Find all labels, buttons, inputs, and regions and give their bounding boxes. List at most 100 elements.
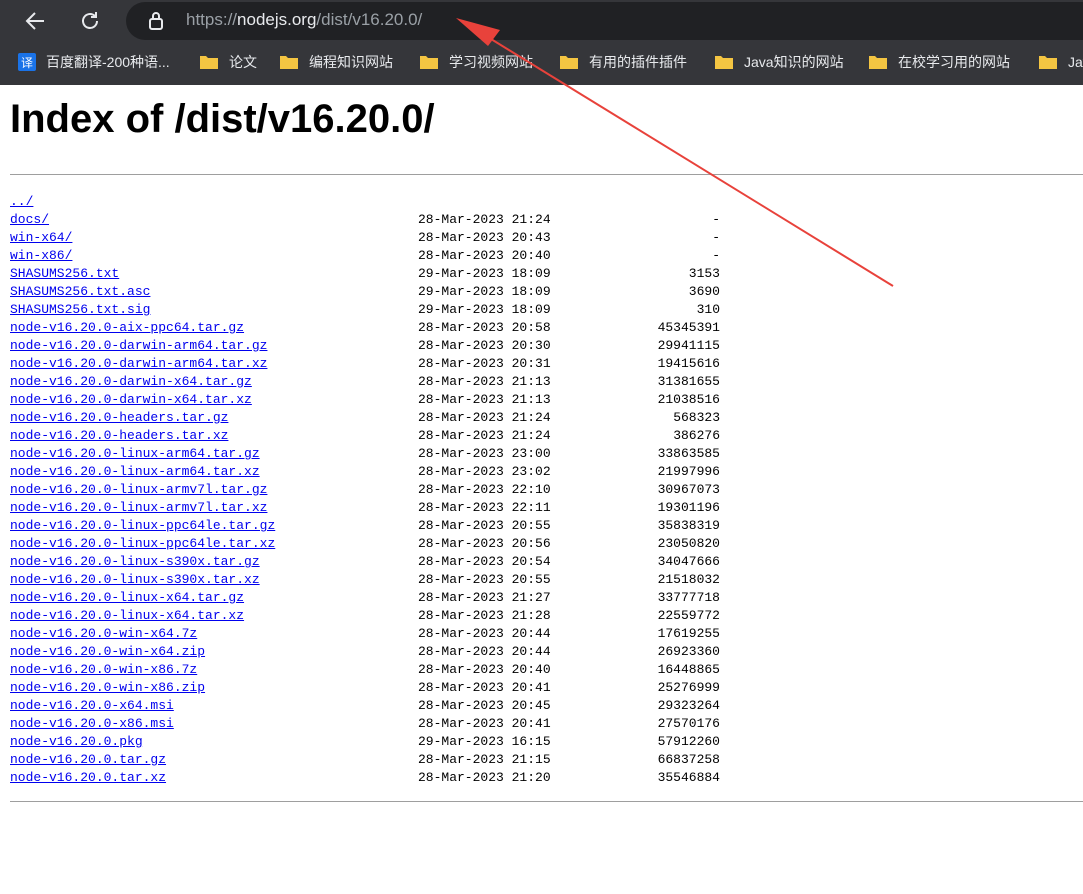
file-date: 29-Mar-2023 18:09 — [418, 266, 551, 281]
folder-icon — [868, 54, 888, 70]
file-date: 29-Mar-2023 18:09 — [418, 284, 551, 299]
bookmark-label: 在校学习用的网站 — [898, 54, 1010, 70]
translate-glyph: 译 — [18, 53, 36, 71]
listing-row: node-v16.20.0-win-x86.7z 28-Mar-2023 20:4… — [10, 661, 720, 679]
parent-directory-link[interactable]: ../ — [10, 194, 33, 209]
file-link[interactable]: node-v16.20.0-linux-s390x.tar.xz — [10, 572, 260, 587]
file-date: 28-Mar-2023 20:40 — [418, 248, 551, 263]
bottom-divider — [10, 801, 1083, 802]
listing-row: node-v16.20.0-linux-arm64.tar.gz 28-Mar-2… — [10, 445, 720, 463]
bookmark-item[interactable]: 有用的插件插件 — [559, 51, 687, 73]
file-link[interactable]: node-v16.20.0.tar.xz — [10, 770, 166, 785]
file-size: 26923360 — [657, 644, 720, 659]
file-link[interactable]: node-v16.20.0-linux-s390x.tar.gz — [10, 554, 260, 569]
file-link[interactable]: node-v16.20.0-win-x64.7z — [10, 626, 197, 641]
listing-row: node-v16.20.0-darwin-x64.tar.xz 28-Mar-20… — [10, 391, 720, 409]
file-link[interactable]: node-v16.20.0-headers.tar.gz — [10, 410, 228, 425]
bookmark-item[interactable]: 论文 — [199, 51, 257, 73]
file-date: 28-Mar-2023 20:44 — [418, 626, 551, 641]
file-link[interactable]: node-v16.20.0-win-x86.7z — [10, 662, 197, 677]
listing-row: SHASUMS256.txt.asc 29-Mar-2023 18:09 3690 — [10, 283, 720, 301]
file-link[interactable]: node-v16.20.0.tar.gz — [10, 752, 166, 767]
listing-row: node-v16.20.0-darwin-x64.tar.gz 28-Mar-20… — [10, 373, 720, 391]
file-date: 28-Mar-2023 20:56 — [418, 536, 551, 551]
back-button[interactable] — [18, 4, 52, 38]
file-date: 28-Mar-2023 20:55 — [418, 518, 551, 533]
file-date: 29-Mar-2023 18:09 — [418, 302, 551, 317]
file-date: 28-Mar-2023 21:28 — [418, 608, 551, 623]
bookmark-item[interactable]: 在校学习用的网站 — [868, 51, 1010, 73]
file-size: 21518032 — [657, 572, 720, 587]
bookmark-item[interactable]: 学习视频网站 — [419, 51, 533, 73]
directory-listing: ../ docs/28-Mar-2023 21:24- win-x64/28-Ma… — [10, 193, 720, 787]
file-size: 57912260 — [657, 734, 720, 749]
file-size: 45345391 — [657, 320, 720, 335]
reload-button[interactable] — [73, 4, 107, 38]
file-link[interactable]: node-v16.20.0-headers.tar.xz — [10, 428, 228, 443]
file-link[interactable]: node-v16.20.0-linux-arm64.tar.gz — [10, 446, 260, 461]
address-bar[interactable]: https://nodejs.org/dist/v16.20.0/ — [126, 2, 1083, 40]
file-link[interactable]: node-v16.20.0-darwin-x64.tar.gz — [10, 374, 252, 389]
file-size: 310 — [696, 302, 720, 317]
file-link[interactable]: SHASUMS256.txt.asc — [10, 284, 150, 299]
listing-row: node-v16.20.0-linux-ppc64le.tar.xz 28-Mar… — [10, 535, 720, 553]
file-link[interactable]: node-v16.20.0-x64.msi — [10, 698, 174, 713]
listing-row: node-v16.20.0-headers.tar.gz 28-Mar-2023 … — [10, 409, 720, 427]
bookmark-item[interactable]: Java知识的网站 — [714, 51, 844, 73]
file-link[interactable]: node-v16.20.0-linux-armv7l.tar.gz — [10, 482, 267, 497]
file-size: 19415616 — [657, 356, 720, 371]
file-size: 16448865 — [657, 662, 720, 677]
file-date: 28-Mar-2023 22:10 — [418, 482, 551, 497]
bookmark-item[interactable]: 译百度翻译-200种语... — [18, 51, 170, 73]
file-link[interactable]: node-v16.20.0-linux-x64.tar.xz — [10, 608, 244, 623]
file-link[interactable]: node-v16.20.0-linux-ppc64le.tar.xz — [10, 536, 275, 551]
file-size: 35838319 — [657, 518, 720, 533]
lock-icon — [148, 11, 164, 36]
file-size: 25276999 — [657, 680, 720, 695]
listing-row: SHASUMS256.txt 29-Mar-2023 18:09 3153 — [10, 265, 720, 283]
file-size: 21997996 — [657, 464, 720, 479]
file-link[interactable]: docs/ — [10, 212, 49, 227]
bookmark-item[interactable]: Jav — [1038, 51, 1083, 73]
file-date: 28-Mar-2023 21:13 — [418, 374, 551, 389]
folder-icon — [714, 54, 734, 70]
file-link[interactable]: node-v16.20.0-win-x86.zip — [10, 680, 205, 695]
file-link[interactable]: node-v16.20.0-darwin-arm64.tar.gz — [10, 338, 267, 353]
bookmarks-bar: 译百度翻译-200种语... 论文 编程知识网站 学习视频网站 有用的插件插件 Java知… — [0, 44, 1083, 80]
folder-icon — [199, 54, 219, 70]
file-link[interactable]: win-x64/ — [10, 230, 72, 245]
file-date: 28-Mar-2023 20:31 — [418, 356, 551, 371]
file-link[interactable]: SHASUMS256.txt.sig — [10, 302, 150, 317]
file-date: 28-Mar-2023 21:13 — [418, 392, 551, 407]
url-text[interactable]: https://nodejs.org/dist/v16.20.0/ — [186, 10, 422, 30]
file-link[interactable]: node-v16.20.0-win-x64.zip — [10, 644, 205, 659]
file-size: 21038516 — [657, 392, 720, 407]
file-size: 29323264 — [657, 698, 720, 713]
file-link[interactable]: node-v16.20.0-aix-ppc64.tar.gz — [10, 320, 244, 335]
file-link[interactable]: node-v16.20.0-linux-x64.tar.gz — [10, 590, 244, 605]
file-size: 19301196 — [657, 500, 720, 515]
bookmark-item[interactable]: 编程知识网站 — [279, 51, 393, 73]
file-date: 28-Mar-2023 20:40 — [418, 662, 551, 677]
file-link[interactable]: node-v16.20.0-x86.msi — [10, 716, 174, 731]
folder-icon — [419, 54, 439, 70]
listing-row: node-v16.20.0-headers.tar.xz 28-Mar-2023 … — [10, 427, 720, 445]
file-link[interactable]: node-v16.20.0-linux-arm64.tar.xz — [10, 464, 260, 479]
file-link[interactable]: node-v16.20.0-darwin-x64.tar.xz — [10, 392, 252, 407]
file-date: 28-Mar-2023 20:55 — [418, 572, 551, 587]
file-link[interactable]: node-v16.20.0-linux-armv7l.tar.xz — [10, 500, 267, 515]
file-link[interactable]: SHASUMS256.txt — [10, 266, 119, 281]
file-link[interactable]: node-v16.20.0-linux-ppc64le.tar.gz — [10, 518, 275, 533]
file-size: 17619255 — [657, 626, 720, 641]
reload-icon — [82, 12, 98, 29]
file-date: 28-Mar-2023 20:45 — [418, 698, 551, 713]
file-size: 66837258 — [657, 752, 720, 767]
file-size: 22559772 — [657, 608, 720, 623]
listing-row: node-v16.20.0-win-x64.7z 28-Mar-2023 20:4… — [10, 625, 720, 643]
file-link[interactable]: node-v16.20.0.pkg — [10, 734, 143, 749]
file-link[interactable]: node-v16.20.0-darwin-arm64.tar.xz — [10, 356, 267, 371]
file-size: - — [712, 248, 720, 263]
file-link[interactable]: win-x86/ — [10, 248, 72, 263]
listing-row: node-v16.20.0-linux-ppc64le.tar.gz 28-Mar… — [10, 517, 720, 535]
file-size: 35546884 — [657, 770, 720, 785]
